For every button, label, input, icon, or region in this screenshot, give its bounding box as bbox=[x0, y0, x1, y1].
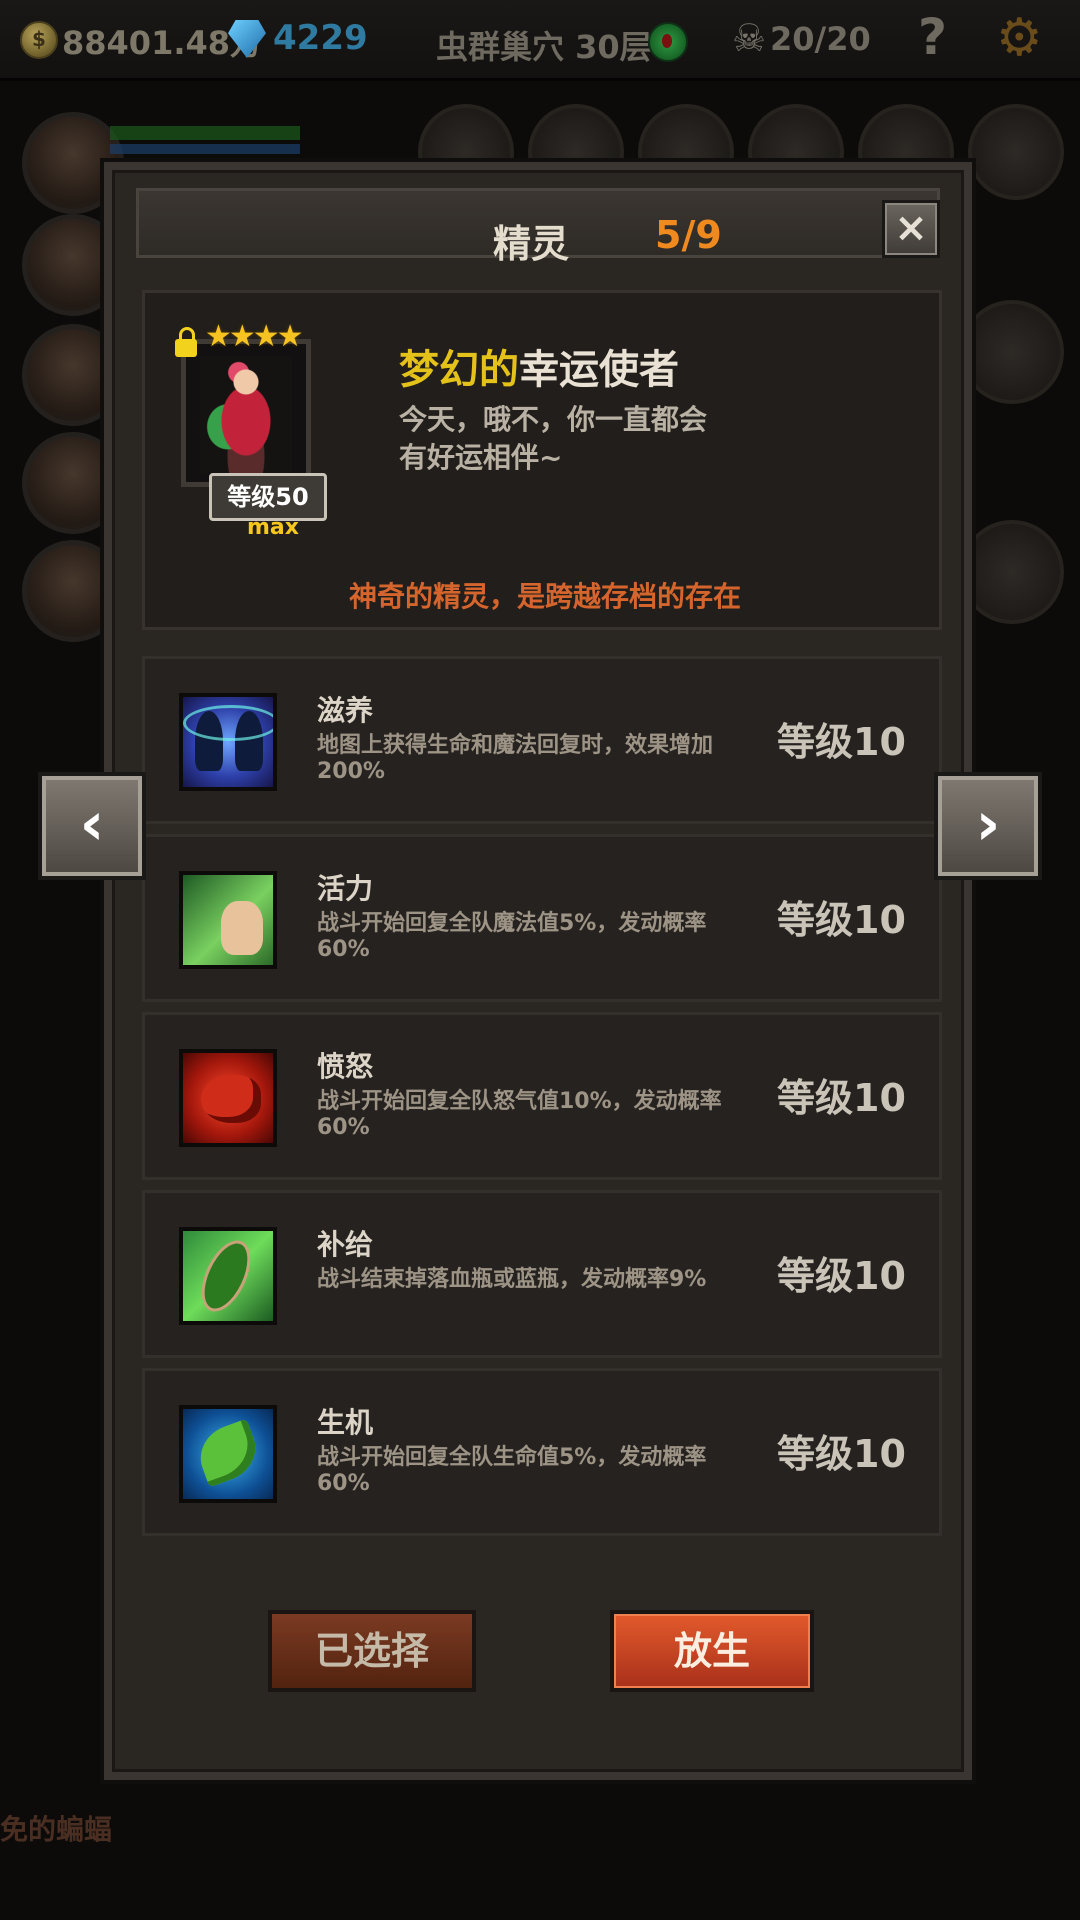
spirit-description: 今天，哦不，你一直都会 有好运相伴~ bbox=[399, 401, 779, 477]
coin-icon bbox=[20, 21, 58, 59]
hp-bar bbox=[110, 126, 300, 140]
spirit-description-line: 有好运相伴~ bbox=[399, 441, 563, 474]
spirit-level: 等级50 bbox=[209, 473, 327, 521]
previous-spirit-button[interactable]: ‹ bbox=[38, 772, 146, 880]
skill-name: 愤怒 bbox=[317, 1050, 374, 1083]
skill-row[interactable]: 生机 战斗开始回复全队生命值5%，发动概率60% 等级10 bbox=[142, 1368, 942, 1536]
enemy-portrait bbox=[960, 520, 1064, 624]
max-label: max bbox=[247, 515, 299, 540]
skill-description: 战斗开始回复全队生命值5%，发动概率60% bbox=[317, 1445, 707, 1496]
lock-icon[interactable] bbox=[175, 327, 197, 357]
next-spirit-button[interactable]: › bbox=[934, 772, 1042, 880]
skill-description: 地图上获得生命和魔法回复时，效果增加200% bbox=[317, 733, 714, 784]
skill-level: 等级10 bbox=[777, 720, 906, 764]
skill-name: 滋养 bbox=[317, 694, 374, 727]
skill-row[interactable]: 补给 战斗结束掉落血瓶或蓝瓶，发动概率9% 等级10 bbox=[142, 1190, 942, 1358]
skill-level: 等级10 bbox=[777, 1076, 906, 1120]
skill-level: 等级10 bbox=[777, 898, 906, 942]
spirit-name-prefix: 梦幻的 bbox=[399, 347, 519, 393]
dialog-title-bar: 精灵 5/9 bbox=[136, 188, 940, 266]
spirit-count: 5/9 bbox=[655, 213, 722, 257]
item-slot bbox=[968, 104, 1064, 200]
skill-description: 战斗结束掉落血瓶或蓝瓶，发动概率9% bbox=[317, 1267, 707, 1292]
fairy-icon bbox=[179, 693, 277, 791]
spirit-note: 神奇的精灵，是跨越存档的存在 bbox=[348, 580, 741, 613]
skill-description: 战斗开始回复全队魔法值5%，发动概率60% bbox=[317, 911, 707, 962]
beast-icon bbox=[179, 1049, 277, 1147]
spirit-dialog: 精灵 5/9 × ★★★★ 等级50 max 梦幻的幸运使者 今天，哦不，你一直… bbox=[104, 162, 972, 1780]
leaf-icon bbox=[179, 1405, 277, 1503]
location-label: 虫群巢穴 30层 bbox=[436, 28, 652, 66]
spirit-portrait bbox=[181, 339, 311, 487]
kill-count: 20/20 bbox=[770, 20, 871, 58]
selected-button[interactable]: 已选择 bbox=[268, 1610, 476, 1692]
spirit-name-suffix: 幸运使者 bbox=[519, 347, 679, 393]
star-rating: ★★★★ bbox=[205, 319, 304, 354]
gem-amount: 4229 bbox=[273, 18, 368, 58]
close-button[interactable]: × bbox=[882, 200, 940, 258]
green-orb-icon[interactable] bbox=[648, 22, 688, 62]
enemy-portrait bbox=[960, 300, 1064, 404]
skill-description: 战斗开始回复全队怒气值10%，发动概率60% bbox=[317, 1089, 722, 1140]
release-button[interactable]: 放生 bbox=[610, 1610, 814, 1692]
skill-name: 补给 bbox=[317, 1228, 374, 1261]
praying-icon bbox=[179, 871, 277, 969]
skill-row[interactable]: 滋养 地图上获得生命和魔法回复时，效果增加200% 等级10 bbox=[142, 656, 942, 824]
background-label: 免的蝙蝠 bbox=[0, 1813, 113, 1846]
skill-level: 等级10 bbox=[777, 1432, 906, 1476]
skill-row[interactable]: 愤怒 战斗开始回复全队怒气值10%，发动概率60% 等级10 bbox=[142, 1012, 942, 1180]
skull-icon: ☠ bbox=[732, 16, 767, 60]
spirit-name: 梦幻的幸运使者 bbox=[399, 337, 679, 395]
mp-bar bbox=[110, 144, 300, 154]
skill-row[interactable]: 活力 战斗开始回复全队魔法值5%，发动概率60% 等级10 bbox=[142, 834, 942, 1002]
spirit-art bbox=[200, 356, 292, 474]
skill-name: 生机 bbox=[317, 1406, 374, 1439]
spirit-description-line: 今天，哦不，你一直都会 bbox=[399, 403, 708, 436]
skill-name: 活力 bbox=[317, 872, 374, 905]
spirit-info-card: ★★★★ 等级50 max 梦幻的幸运使者 今天，哦不，你一直都会 有好运相伴~… bbox=[142, 290, 942, 630]
top-hud: 88401.48万 4229 虫群巢穴 30层 ☠ 20/20 ? ⚙ bbox=[0, 0, 1080, 81]
skill-level: 等级10 bbox=[777, 1254, 906, 1298]
help-button[interactable]: ? bbox=[918, 8, 947, 66]
dialog-title: 精灵 bbox=[493, 222, 570, 266]
gold-amount: 88401.48万 bbox=[62, 24, 263, 62]
gear-icon[interactable]: ⚙ bbox=[996, 8, 1043, 68]
herb-hand-icon bbox=[179, 1227, 277, 1325]
